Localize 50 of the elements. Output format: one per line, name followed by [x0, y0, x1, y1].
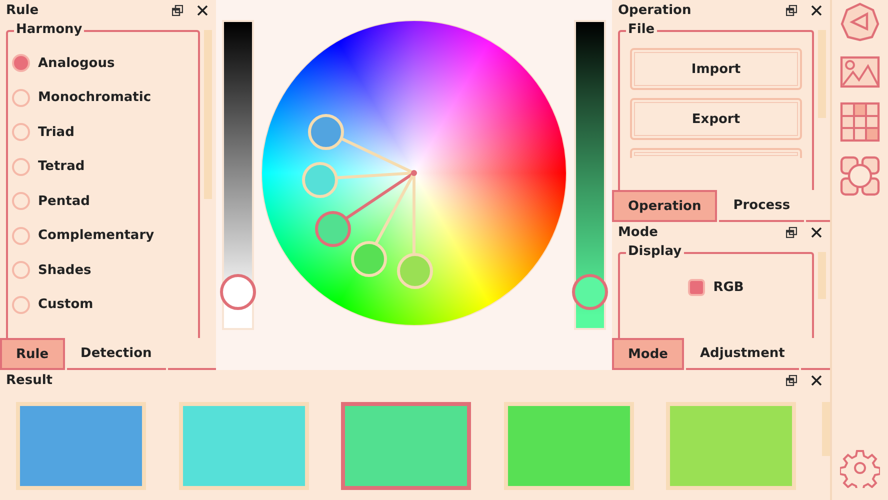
radio-label: Custom [38, 297, 94, 312]
image-icon[interactable] [840, 56, 880, 88]
slider-thumb[interactable] [572, 274, 608, 310]
wheel-center-dot [411, 170, 417, 176]
float-icon[interactable] [786, 374, 797, 386]
radio-button[interactable] [12, 226, 30, 245]
radio-button[interactable] [12, 88, 30, 107]
group-label: Display [626, 244, 684, 259]
radio-label: Monochromatic [38, 90, 152, 106]
radio-label: Pentad [38, 194, 90, 209]
radio-button[interactable] [12, 296, 30, 314]
checkbox[interactable] [688, 278, 706, 296]
slider-thumb[interactable] [220, 274, 256, 310]
settings-icon[interactable] [840, 448, 880, 488]
push-button[interactable] [630, 148, 802, 158]
color-swatch[interactable] [341, 402, 471, 490]
flower-icon[interactable] [840, 156, 880, 196]
tab[interactable]: Operation [612, 190, 718, 222]
radio-button[interactable] [12, 158, 30, 176]
radio-button[interactable] [12, 123, 30, 142]
radio-label: Shades [38, 262, 92, 278]
color-handle[interactable] [315, 210, 352, 247]
radio-label: Analogous [38, 56, 115, 71]
slider-track[interactable] [222, 20, 254, 330]
radio-label: Complementary [38, 228, 154, 244]
float-icon[interactable] [786, 4, 797, 16]
radio-label: Tetrad [38, 159, 85, 174]
float-icon[interactable] [786, 226, 797, 238]
dock-title: Operation [618, 2, 692, 18]
tab[interactable]: Rule [0, 338, 65, 370]
grid-icon[interactable] [840, 102, 880, 142]
push-button[interactable]: Import [630, 48, 802, 90]
radio-button[interactable] [12, 54, 30, 72]
dock-title: Mode [618, 224, 659, 240]
checkbox-label: RGB [713, 280, 744, 295]
dock-title: Result [6, 372, 54, 388]
radio-button[interactable] [12, 261, 30, 280]
push-button[interactable]: Export [630, 98, 802, 140]
triangle-icon[interactable] [840, 2, 880, 42]
close-icon[interactable] [197, 4, 208, 16]
radio-label: Triad [38, 124, 74, 140]
tab[interactable]: Mode [612, 338, 684, 370]
float-icon[interactable] [172, 4, 183, 16]
close-icon[interactable] [811, 374, 822, 386]
close-icon[interactable] [811, 226, 822, 238]
radio-button[interactable] [12, 192, 30, 210]
slider-track[interactable] [574, 20, 606, 330]
dock-title: Rule [6, 2, 40, 18]
group-label: Harmony [14, 22, 84, 37]
close-icon[interactable] [811, 4, 822, 16]
